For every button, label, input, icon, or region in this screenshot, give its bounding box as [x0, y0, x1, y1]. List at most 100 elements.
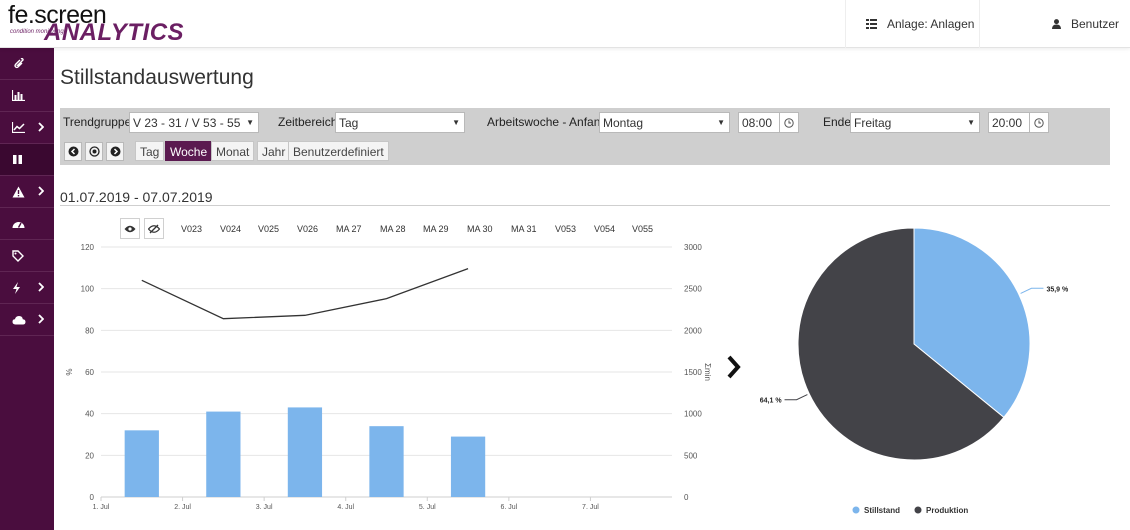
page-title: Stillstandauswertung [60, 66, 254, 89]
y2-tick-label: 2500 [684, 285, 702, 294]
bar [206, 411, 241, 497]
paperclip-icon [14, 57, 24, 68]
series-toggle-v026[interactable]: V026 [297, 224, 318, 234]
ende-label: Ende [823, 115, 852, 129]
y2-tick-label: 2000 [684, 326, 702, 335]
end-time-picker-button[interactable] [1029, 112, 1049, 133]
period-tag-button[interactable]: Tag [135, 141, 165, 161]
period-jahr-button[interactable]: Jahr [257, 141, 291, 161]
series-toggle-ma29[interactable]: MA 29 [423, 224, 449, 234]
y2-tick-label: 1000 [684, 410, 702, 419]
series-toggle-ma28[interactable]: MA 28 [380, 224, 406, 234]
circle-arrow-right-icon [110, 146, 120, 157]
series-toggle-ma31[interactable]: MA 31 [511, 224, 537, 234]
plant-label: Anlage: Anlagen [887, 17, 975, 31]
next-chart-arrow[interactable] [724, 353, 744, 381]
bar [124, 430, 159, 497]
user-label: Benutzer [1071, 17, 1120, 31]
divider [60, 205, 1110, 206]
user-menu[interactable]: Benutzer [979, 0, 1130, 48]
clock-icon [784, 117, 794, 128]
series-toggle-v024[interactable]: V024 [220, 224, 241, 234]
sidebar-item-alarms[interactable] [0, 176, 54, 208]
show-all-series-button[interactable] [120, 218, 140, 239]
y-axis-label: % [65, 368, 74, 375]
x-tick-label: 4. Jul [337, 504, 354, 511]
start-time-input[interactable]: 08:00 [738, 112, 780, 133]
target-icon [88, 146, 100, 157]
legend-marker [914, 506, 922, 514]
chevron-right-icon [38, 186, 44, 196]
y-tick-label: 40 [85, 410, 94, 419]
trendgruppe-select[interactable]: V 23 - 31 / V 53 - 55 ▼ [129, 112, 259, 133]
ende-select[interactable]: Freitag ▼ [850, 112, 980, 133]
downtime-pie-chart: 35,9 % 64,1 % Stillstand Produktion [760, 228, 1069, 515]
series-toggle-v023[interactable]: V023 [181, 224, 202, 234]
sidebar-item-tags[interactable] [0, 240, 54, 272]
legend-marker [852, 506, 860, 514]
downtime-trend-chart: 0 20 40 60 80 100 120 0 500 1000 1500 2000 2500 3000%… [65, 243, 712, 511]
x-tick-label: 1. Jul [93, 504, 110, 511]
previous-period-button[interactable] [64, 142, 82, 161]
cloud-icon [12, 315, 26, 324]
series-toggle-ma27[interactable]: MA 27 [336, 224, 362, 234]
x-tick-label: 5. Jul [419, 504, 436, 511]
eye-slash-icon [148, 224, 160, 233]
series-toggle-v053[interactable]: V053 [555, 224, 576, 234]
caret-down-icon: ▼ [452, 118, 460, 127]
start-time-picker-button[interactable] [779, 112, 799, 133]
bar-chart-icon [12, 90, 25, 101]
main-content: Stillstandauswertung Trendgruppe V 23 - … [54, 48, 1130, 530]
end-time-input[interactable]: 20:00 [988, 112, 1030, 133]
bar [287, 407, 323, 497]
x-tick-label: 7. Jul [582, 504, 599, 511]
ende-value: Freitag [854, 116, 892, 130]
circle-arrow-left-icon [68, 146, 78, 157]
sidebar [0, 48, 54, 530]
sidebar-item-cloud[interactable] [0, 304, 54, 336]
trendgruppe-label: Trendgruppe [63, 115, 132, 129]
line-chart-icon [12, 122, 25, 133]
y2-tick-label: 3000 [684, 243, 702, 252]
trendgruppe-value: V 23 - 31 / V 53 - 55 [133, 116, 241, 130]
legend-label: Produktion [926, 506, 968, 515]
logo-tagline: condition monitoring [10, 29, 64, 35]
y-tick-label: 60 [85, 368, 94, 377]
plant-selector[interactable]: Anlage: Anlagen [845, 0, 979, 48]
series-toggle-v055[interactable]: V055 [632, 224, 653, 234]
series-toggle-ma30[interactable]: MA 30 [467, 224, 493, 234]
y2-axis-label: Σmin [703, 363, 712, 381]
hide-all-series-button[interactable] [144, 218, 164, 239]
sidebar-item-dashboard[interactable] [0, 208, 54, 240]
data-label-connector [784, 394, 808, 401]
x-tick-label: 3. Jul [256, 504, 273, 511]
caret-down-icon: ▼ [717, 118, 725, 127]
zeitbereich-value: Tag [339, 116, 359, 130]
arbeitswoche-label: Arbeitswoche - Anfang [487, 115, 608, 129]
current-period-button[interactable] [85, 142, 103, 161]
period-woche-button[interactable]: Woche [165, 141, 213, 161]
period-monat-button[interactable]: Monat [211, 141, 255, 161]
top-bar: fe.screen ANALYTICS condition monitoring… [0, 0, 1130, 48]
sidebar-item-trends[interactable] [0, 112, 54, 144]
y-tick-label: 100 [81, 285, 95, 294]
sidebar-item-energy[interactable] [0, 272, 54, 304]
app-logo[interactable]: fe.screen ANALYTICS condition monitoring [8, 1, 184, 46]
series-toggle-v025[interactable]: V025 [258, 224, 279, 234]
next-period-button[interactable] [106, 142, 124, 161]
warning-icon [12, 186, 25, 197]
zeitbereich-select[interactable]: Tag ▼ [335, 112, 465, 133]
tag-icon [12, 249, 24, 262]
list-icon [866, 19, 877, 29]
y2-tick-label: 0 [684, 493, 689, 502]
series-line [141, 268, 469, 320]
series-toggle-v054[interactable]: V054 [594, 224, 615, 234]
user-icon [1052, 19, 1061, 29]
period-benutzerdefiniert-button[interactable]: Benutzerdefiniert [288, 141, 389, 161]
sidebar-item-bar-chart[interactable] [0, 80, 54, 112]
arbeitswoche-select[interactable]: Montag ▼ [599, 112, 730, 133]
sidebar-item-attachments[interactable] [0, 48, 54, 80]
chevron-right-icon [38, 314, 44, 324]
x-tick-label: 2. Jul [174, 504, 191, 511]
sidebar-item-downtime[interactable] [0, 144, 54, 176]
